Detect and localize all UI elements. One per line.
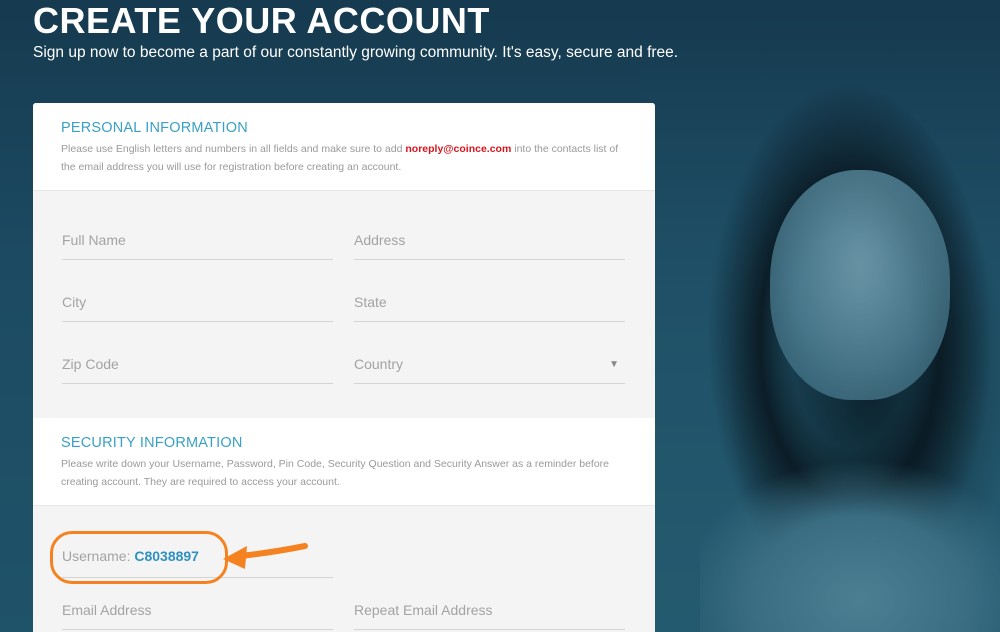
personal-info-title: PERSONAL INFORMATION [61, 120, 248, 136]
chevron-down-icon: ▼ [609, 359, 619, 370]
orange-arrow-icon [223, 543, 308, 569]
security-info-header: SECURITY INFORMATION Please write down y… [33, 418, 655, 506]
country-select[interactable]: Country ▼ [354, 346, 625, 384]
security-info-title: SECURITY INFORMATION [61, 435, 243, 451]
state-input[interactable]: State [354, 284, 625, 322]
username-highlight-oval [50, 531, 228, 584]
full-name-input[interactable]: Full Name [62, 222, 333, 260]
personal-info-header: PERSONAL INFORMATION Please use English … [33, 103, 655, 191]
background-photo-face [770, 170, 950, 400]
security-fields: Username: C8038897 Email Address Repeat … [33, 506, 655, 632]
zip-code-input[interactable]: Zip Code [62, 346, 333, 384]
registration-form: PERSONAL INFORMATION Please use English … [33, 103, 655, 632]
city-input[interactable]: City [62, 284, 333, 322]
contact-email: noreply@coince.com [405, 143, 512, 155]
address-input[interactable]: Address [354, 222, 625, 260]
security-info-description: Please write down your Username, Passwor… [61, 458, 610, 488]
country-select-label: Country [354, 356, 404, 372]
personal-info-description: Please use English letters and numbers i… [61, 140, 627, 176]
page-title: CREATE YOUR ACCOUNT [33, 0, 490, 41]
page-subtitle: Sign up now to become a part of our cons… [33, 44, 679, 61]
background-photo-body [700, 430, 1000, 632]
personal-fields: Full Name Address City State Zip Code Co… [33, 191, 655, 418]
email-input[interactable]: Email Address [62, 592, 333, 630]
personal-desc-text-1: Please use English letters and numbers i… [61, 143, 406, 155]
repeat-email-input[interactable]: Repeat Email Address [354, 592, 625, 630]
